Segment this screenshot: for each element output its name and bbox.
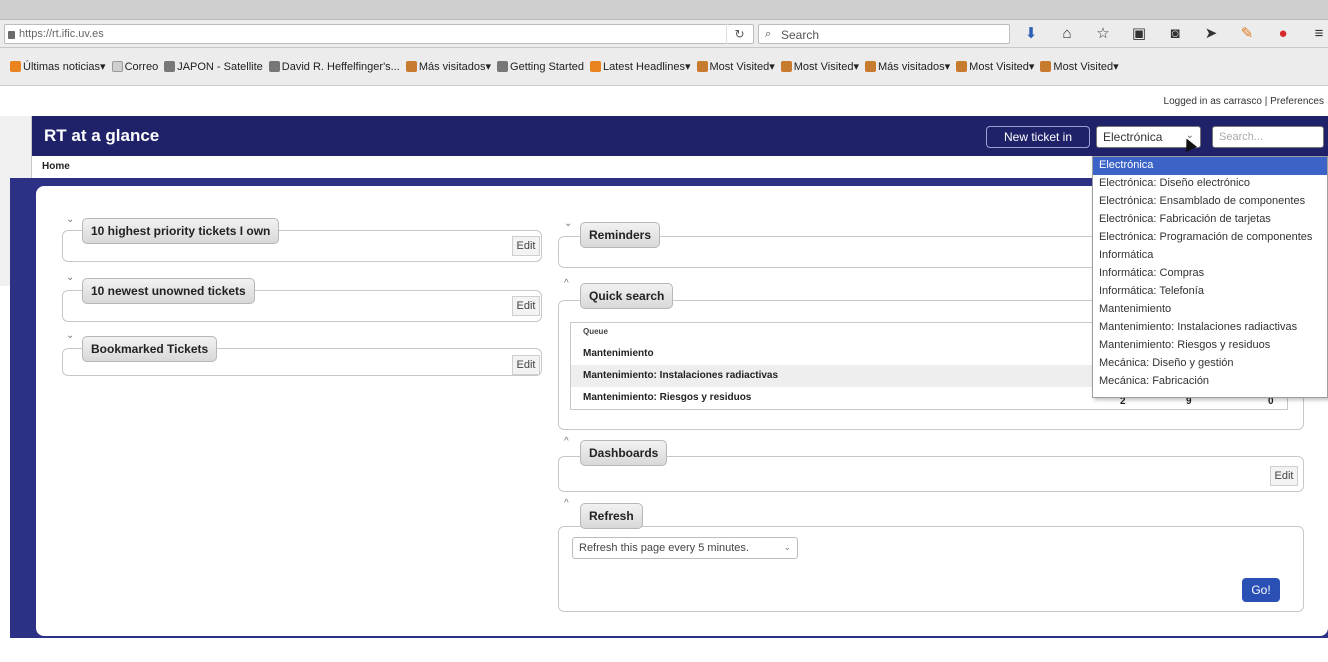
queue-option[interactable]: Mecánica: Fabricación xyxy=(1093,373,1327,391)
queue-option[interactable]: Electrónica: Fabricación de tarjetas xyxy=(1093,211,1327,229)
portlet-title-dashboards: Dashboards xyxy=(580,440,668,466)
toolbar-icons: ⬇ ⌂ ☆ ▣ ◙ ➤ ✎ ● ≡ xyxy=(1020,23,1328,45)
browser-search-placeholder: Search xyxy=(781,28,820,42)
rt-search-input[interactable]: Search... xyxy=(1212,126,1324,148)
queue-option[interactable]: Electrónica: Programación de componentes xyxy=(1093,229,1327,247)
queue-option[interactable]: Informática: Compras xyxy=(1093,265,1327,283)
queue-option[interactable]: Electrónica: Diseño electrónico xyxy=(1093,175,1327,193)
collapse-toggle-icon[interactable]: ^ xyxy=(564,278,569,289)
collapse-toggle-icon[interactable]: ⌄ xyxy=(66,214,74,225)
bookmark-item[interactable]: Most Visited ▾ xyxy=(780,60,859,73)
portlet-title-bookmarked: Bookmarked Tickets xyxy=(82,336,218,362)
chevron-down-icon: ⌄ xyxy=(783,542,791,552)
reload-button[interactable]: ↻ xyxy=(726,24,752,44)
queue-option[interactable]: Electrónica: Ensamblado de componentes xyxy=(1093,193,1327,211)
bookmarks-bar: Últimas noticias ▾ Correo JAPON - Satelli… xyxy=(0,48,1328,86)
rss-icon xyxy=(10,61,21,72)
queue-option[interactable]: Mantenimiento: Riesgos y residuos xyxy=(1093,337,1327,355)
screen: https://rt.ific.uv.es ↻ ⌕ Search ⬇ ⌂ ☆ ▣… xyxy=(0,0,1328,662)
portlet-dashboards xyxy=(558,456,1304,492)
search-icon: ⌕ xyxy=(765,28,772,40)
queue-option[interactable]: Informática xyxy=(1093,247,1327,265)
lock-icon xyxy=(8,31,15,39)
home-icon[interactable]: ⌂ xyxy=(1056,23,1078,45)
url-bar[interactable]: https://rt.ific.uv.es xyxy=(4,24,754,44)
collapse-toggle-icon[interactable]: ⌄ xyxy=(66,272,74,283)
queue-option[interactable]: Mantenimiento: Instalaciones radiactivas xyxy=(1093,319,1327,337)
edit-button[interactable]: Edit xyxy=(512,296,540,316)
bookmark-item[interactable]: Correo xyxy=(111,61,158,73)
bookmark-item[interactable]: Getting Started xyxy=(497,61,584,73)
page-title: RT at a glance xyxy=(44,126,160,145)
queue-select-value: Electrónica xyxy=(1103,130,1163,144)
folder-icon xyxy=(780,61,792,72)
queue-option[interactable]: Informática: Telefonía xyxy=(1093,283,1327,301)
addon-icon[interactable]: ● xyxy=(1272,23,1294,45)
collapse-toggle-icon[interactable]: ^ xyxy=(564,436,569,447)
globe-icon xyxy=(497,61,509,72)
portlet-title-newest-unowned: 10 newest unowned tickets xyxy=(82,278,255,304)
folder-icon xyxy=(696,61,708,72)
edit-button[interactable]: Edit xyxy=(512,355,540,375)
queue-dropdown-list: Electrónica Electrónica: Diseño electrón… xyxy=(1092,156,1328,398)
bookmark-item[interactable]: Most Visited ▾ xyxy=(1040,60,1119,73)
portlet-title-highest-priority: 10 highest priority tickets I own xyxy=(82,218,280,244)
globe-icon xyxy=(164,61,176,72)
globe-icon xyxy=(268,61,280,72)
download-icon[interactable]: ⬇ xyxy=(1020,23,1042,45)
queue-option[interactable]: Mantenimiento xyxy=(1093,301,1327,319)
breadcrumb[interactable]: Home xyxy=(42,161,70,172)
portlet-title-refresh: Refresh xyxy=(580,503,643,529)
edit-button[interactable]: Edit xyxy=(1270,466,1298,486)
queue-option[interactable]: Mecánica: Diseño y gestión xyxy=(1093,355,1327,373)
collapse-toggle-icon[interactable]: ⌄ xyxy=(66,330,74,341)
bookmark-item[interactable]: Most Visited ▾ xyxy=(696,60,775,73)
queue-option[interactable]: Electrónica xyxy=(1093,157,1327,175)
bookmark-item[interactable]: Latest Headlines ▾ xyxy=(590,60,691,73)
refresh-select-value: Refresh this page every 5 minutes. xyxy=(579,542,749,554)
bookmark-item[interactable]: Más visitados ▾ xyxy=(405,60,491,73)
mail-icon xyxy=(111,61,123,72)
tab-strip xyxy=(0,0,1328,20)
collapse-toggle-icon[interactable]: ^ xyxy=(564,498,569,509)
go-button[interactable]: Go! xyxy=(1242,578,1280,602)
bookmark-item[interactable]: David R. Heffelfinger's... xyxy=(268,61,400,73)
reading-list-icon[interactable]: ▣ xyxy=(1128,23,1150,45)
feather-icon[interactable]: ✎ xyxy=(1236,23,1258,45)
portlet-title-quick-search: Quick search xyxy=(580,283,674,309)
edit-button[interactable]: Edit xyxy=(512,236,540,256)
rss-icon xyxy=(590,61,602,72)
bookmark-item[interactable]: JAPON - Satellite xyxy=(164,61,263,73)
folder-icon xyxy=(1040,61,1052,72)
refresh-interval-select[interactable]: Refresh this page every 5 minutes. ⌄ xyxy=(572,537,798,559)
browser-search-input[interactable]: ⌕ Search xyxy=(758,24,1010,44)
bookmark-star-icon[interactable]: ☆ xyxy=(1092,23,1114,45)
menu-icon[interactable]: ≡ xyxy=(1308,23,1328,45)
bookmark-item[interactable]: Most Visited ▾ xyxy=(956,60,1034,73)
logged-in-text[interactable]: Logged in as carrasco | Preferences xyxy=(0,96,1328,116)
new-ticket-button[interactable]: New ticket in xyxy=(986,126,1090,148)
bookmark-item[interactable]: Más visitados ▾ xyxy=(865,60,950,73)
url-text: https://rt.ific.uv.es xyxy=(19,28,104,40)
pocket-icon[interactable]: ◙ xyxy=(1164,23,1186,45)
folder-icon xyxy=(405,61,417,72)
folder-icon xyxy=(956,61,968,72)
portlet-title-reminders: Reminders xyxy=(580,222,661,248)
bookmark-item[interactable]: Últimas noticias ▾ xyxy=(10,60,106,73)
folder-icon xyxy=(865,61,876,72)
send-icon[interactable]: ➤ xyxy=(1200,23,1222,45)
browser-navbar: https://rt.ific.uv.es ↻ ⌕ Search ⬇ ⌂ ☆ ▣… xyxy=(0,20,1328,48)
rt-header: RT at a glance New ticket in Electrónica… xyxy=(0,116,1328,156)
collapse-toggle-icon[interactable]: ⌄ xyxy=(564,218,572,229)
